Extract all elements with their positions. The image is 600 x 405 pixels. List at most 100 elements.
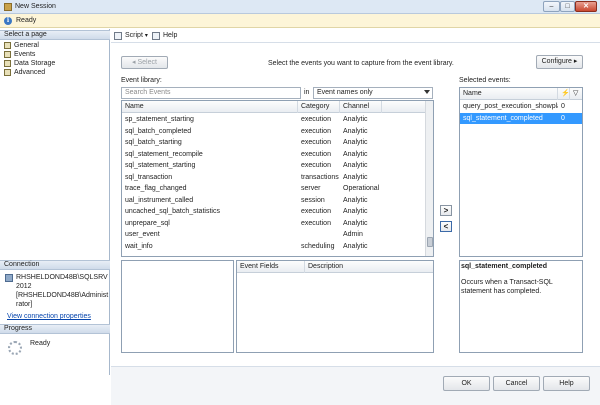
progress-status: Ready (30, 340, 51, 347)
column-header-name[interactable]: Name (460, 88, 558, 100)
table-row[interactable]: sql_statement_completed 0 (460, 112, 582, 124)
status-text: Ready (16, 17, 37, 24)
cell-channel: Analytic (343, 139, 368, 146)
cell-channel: Analytic (343, 150, 368, 158)
info-icon: i (4, 17, 12, 25)
page-item-data-storage[interactable]: Data Storage (4, 59, 55, 68)
event-description-title: sql_statement_completed (461, 263, 547, 270)
event-filter-value: Event names only (317, 89, 373, 96)
cell-category: execution (301, 208, 331, 215)
cell-name: unprepare_sql (125, 219, 170, 227)
column-header-event-fields[interactable]: Event Fields (237, 261, 305, 273)
instruction-text: Select the events you want to capture fr… (268, 60, 454, 67)
minimize-button[interactable]: – (543, 1, 560, 12)
event-description-pane (459, 260, 583, 353)
cell-name: sp_statement_starting (125, 116, 194, 123)
cell-name: sql_batch_completed (125, 127, 192, 135)
select-button-label: Select (137, 59, 157, 66)
close-button[interactable]: ✕ (575, 1, 597, 12)
connection-info: RHSHELDOND48B\SQLSRV2012 [RHSHELDOND48B\… (16, 273, 110, 309)
cell-channel: Analytic (343, 116, 368, 123)
cell-category: execution (301, 150, 331, 158)
table-row[interactable]: wait_info scheduling Analytic (122, 241, 433, 253)
page-item-general[interactable]: General (4, 41, 39, 50)
event-filter-select[interactable]: Event names only (313, 87, 433, 99)
table-row[interactable]: unprepare_sql execution Analytic (122, 218, 433, 230)
selected-events-header: Name ⚡ ▽ (460, 88, 582, 100)
script-label: Script (125, 32, 143, 39)
table-row[interactable]: ual_instrument_called session Analytic (122, 195, 433, 207)
view-connection-properties-link[interactable]: View connection properties (7, 313, 91, 320)
cell-channel: Analytic (343, 196, 368, 204)
script-button[interactable]: Script ▾ (114, 31, 148, 41)
event-fields-pane: Event Fields Description (236, 260, 434, 353)
page-icon (4, 51, 11, 58)
table-row[interactable]: uncached_sql_batch_statistics execution An… (122, 206, 433, 218)
scroll-thumb[interactable] (427, 237, 433, 247)
ok-button[interactable]: OK (443, 376, 490, 391)
cell-name: sql_statement_starting (125, 162, 196, 169)
column-header-category[interactable]: Category (298, 101, 340, 113)
add-event-button[interactable]: > (440, 205, 452, 216)
table-row[interactable]: sp_statement_starting execution Analytic (122, 114, 433, 126)
cell-name: query_post_execution_showplan (463, 103, 558, 110)
table-row[interactable]: sql_transaction transactions Analytic (122, 172, 433, 184)
page-icon (4, 69, 11, 76)
cell-name: wait_info (125, 242, 153, 250)
table-row[interactable]: sql_batch_completed execution Analytic (122, 126, 433, 138)
page-icon (4, 60, 11, 67)
lightning-icon[interactable]: ⚡ (558, 88, 570, 100)
help-label: Help (163, 32, 178, 39)
cell-count: 0 (561, 114, 565, 122)
toolbar: Script ▾ Help (111, 29, 600, 43)
column-header-channel[interactable]: Channel (340, 101, 382, 113)
column-header-description[interactable]: Description (305, 261, 434, 273)
script-icon (114, 32, 122, 40)
cell-category: execution (301, 162, 331, 169)
table-row[interactable]: sql_batch_starting execution Analytic (122, 137, 433, 149)
window-title: New Session (15, 3, 56, 10)
table-row[interactable]: query_post_execution_showplan 0 (460, 101, 582, 113)
event-fields-header: Event Fields Description (237, 261, 433, 273)
cell-name: ual_instrument_called (125, 196, 194, 204)
connection-header: Connection (0, 260, 110, 270)
cancel-button[interactable]: Cancel (493, 376, 540, 391)
status-bar: i Ready (0, 14, 600, 28)
app-icon (4, 3, 12, 11)
cell-category: execution (301, 219, 331, 227)
table-row[interactable]: sql_statement_starting execution Analytic (122, 160, 433, 172)
selected-events-label: Selected events: (459, 77, 511, 84)
help-button[interactable]: Help (543, 376, 590, 391)
event-library-grid: Name Category Channel sp_statement_start… (121, 100, 434, 257)
in-label: in (304, 89, 310, 96)
cell-channel: Analytic (343, 208, 368, 215)
forward-arrow-icon: ▸ (571, 58, 578, 65)
cell-channel: Analytic (343, 219, 368, 227)
table-row[interactable]: sql_statement_recompile execution Analytic (122, 149, 433, 161)
select-page-header: Select a page (0, 30, 110, 40)
event-library-scrollbar[interactable] (425, 101, 433, 256)
table-row[interactable]: user_event Admin (122, 229, 433, 241)
cell-category: scheduling (301, 242, 335, 250)
page-item-events[interactable]: Events (4, 50, 35, 59)
search-events-input[interactable]: Search Events (121, 87, 301, 99)
chevron-down-icon (424, 90, 430, 94)
cell-category: execution (301, 139, 331, 146)
progress-header: Progress (0, 324, 110, 334)
help-toolbar-button[interactable]: Help (152, 31, 177, 41)
page-icon (4, 42, 11, 49)
column-header-name[interactable]: Name (122, 101, 298, 113)
table-row[interactable]: trace_flag_changed server Operational (122, 183, 433, 195)
connection-user: [RHSHELDOND48B\Administrator] (16, 292, 109, 308)
remove-event-button[interactable]: < (440, 221, 452, 232)
page-item-advanced[interactable]: Advanced (4, 68, 45, 77)
filter-icon[interactable]: ▽ (570, 88, 582, 100)
select-button[interactable]: ◂ Select (121, 56, 168, 69)
chevron-down-icon: ▾ (144, 33, 148, 39)
cell-category: server (301, 185, 321, 192)
cell-category: execution (301, 116, 331, 123)
configure-button[interactable]: Configure ▸ (536, 55, 583, 69)
connection-server: RHSHELDOND48B\SQLSRV2012 (16, 274, 108, 290)
maximize-button[interactable]: □ (560, 1, 575, 12)
cell-channel: Analytic (343, 127, 368, 135)
